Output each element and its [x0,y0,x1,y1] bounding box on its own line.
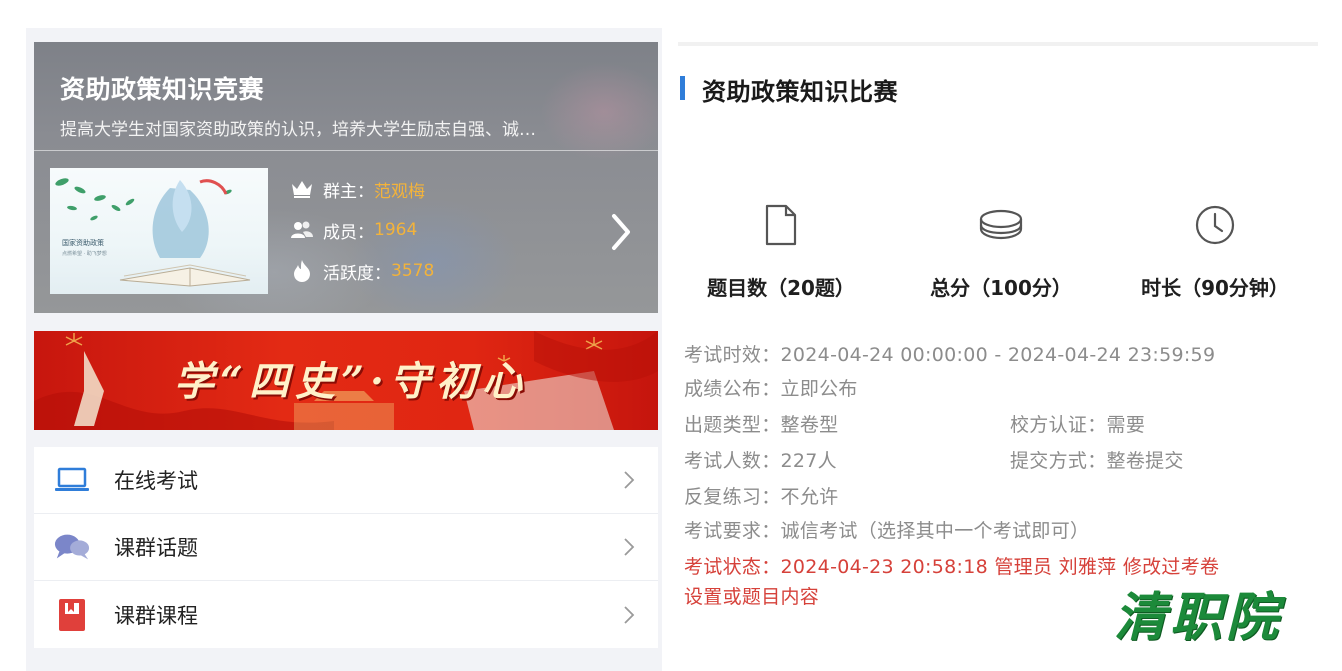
info-value: 不允许 [780,486,839,508]
info-school-auth: 校方认证：需要 [1010,410,1145,437]
info-value: 诚信考试（选择其中一个考试即可） [780,520,1090,542]
stat-label: 总分（100分） [930,276,1072,300]
banner-slogan: 学“四史”·守初心 [174,358,528,405]
group-members-row: 成员： 1964 [289,217,417,243]
chevron-right-icon [622,469,636,491]
info-key: 反复练习： [684,486,781,508]
document-icon [678,200,886,250]
group-owner-row: 群主： 范观梅 [289,176,425,202]
group-header-card[interactable]: 资助政策知识竞赛 提高大学生对国家资助政策的认识，培养大学生励志自强、诚… 国家… [34,42,658,313]
stat-label: 题目数（20题） [707,276,855,300]
info-value: 立即公布 [780,378,858,400]
group-detail-panel: 资助政策知识竞赛 提高大学生对国家资助政策的认识，培养大学生励志自强、诚… 国家… [0,0,668,671]
menu-item-label: 在线考试 [114,469,198,493]
owner-name[interactable]: 范观梅 [374,177,425,202]
members-count: 1964 [374,220,418,240]
info-requirements: 考试要求：诚信考试（选择其中一个考试即可） [684,516,1089,543]
promo-banner[interactable]: 学“四史”·守初心 [34,331,658,430]
cover-text: 国家资助政策 [62,239,104,247]
members-label: 成员： [323,222,374,243]
info-participant-count: 考试人数：227人 [684,446,837,473]
info-key: 校方认证： [1010,414,1107,436]
group-menu: 在线考试 课群话题 课群课程 [34,447,658,648]
menu-item-group-topics[interactable]: 课群话题 [34,514,658,581]
group-cover-image: 国家资助政策 点燃希望 · 助飞梦想 [50,168,268,294]
fire-icon [289,258,315,284]
chevron-right-icon[interactable] [606,210,636,254]
chevron-right-icon [622,604,636,626]
info-key: 考试状态： [684,556,781,578]
cover-subtext: 点燃希望 · 助飞梦想 [62,251,107,257]
info-key: 考试时效： [684,344,781,366]
activity-value: 3578 [391,261,435,281]
info-value: 2024-04-24 00:00:00 - 2024-04-24 23:59:5… [780,344,1216,366]
members-icon [289,217,315,243]
activity-label: 活跃度： [323,263,391,284]
info-status-continued: 设置或题目内容 [684,582,819,609]
exam-detail-panel: 资助政策知识比赛 题目数（20题） 总分（100分） 时长（90分钟） 考试时效… [678,0,1342,671]
info-publish: 成绩公布：立即公布 [684,374,858,401]
laptop-icon [54,462,90,498]
group-activity-row: 活跃度： 3578 [289,258,434,284]
info-value: 设置或题目内容 [684,586,820,608]
info-value: 整卷型 [780,414,839,436]
crown-icon [289,176,315,202]
menu-item-label: 课群话题 [114,536,198,560]
stat-question-count: 题目数（20题） [678,200,886,301]
stat-duration: 时长（90分钟） [1110,200,1320,301]
panel-gap [662,0,678,671]
divider [678,42,1318,46]
group-description: 提高大学生对国家资助政策的认识，培养大学生励志自强、诚… [60,120,536,140]
coins-icon [896,200,1106,250]
info-key: 提交方式： [1010,450,1107,472]
info-key: 成绩公布： [684,378,781,400]
clock-icon [1110,200,1320,250]
stat-label: 时长（90分钟） [1141,276,1289,300]
info-submit-method: 提交方式：整卷提交 [1010,446,1184,473]
info-repeat-practice: 反复练习：不允许 [684,482,838,509]
school-watermark: 清职院 [1114,587,1283,648]
chevron-right-icon [622,536,636,558]
info-key: 考试要求： [684,520,781,542]
info-question-type: 出题类型：整卷型 [684,410,838,437]
info-validity: 考试时效：2024-04-24 00:00:00 - 2024-04-24 23… [684,340,1215,367]
info-value: 227人 [780,450,837,472]
info-value: 整卷提交 [1106,450,1184,472]
divider [34,150,658,151]
info-key: 出题类型： [684,414,781,436]
chat-bubbles-icon [54,529,90,565]
exam-title: 资助政策知识比赛 [702,78,898,106]
group-title: 资助政策知识竞赛 [60,75,265,104]
stat-total-score: 总分（100分） [896,200,1106,301]
info-value: 需要 [1106,414,1146,436]
menu-item-label: 课群课程 [114,603,198,628]
info-key: 考试人数： [684,450,781,472]
title-accent-bar [680,76,685,100]
owner-label: 群主： [323,181,374,202]
book-icon [54,597,90,633]
menu-item-online-exam[interactable]: 在线考试 [34,447,658,514]
menu-item-group-courses[interactable]: 课群课程 [34,581,658,648]
